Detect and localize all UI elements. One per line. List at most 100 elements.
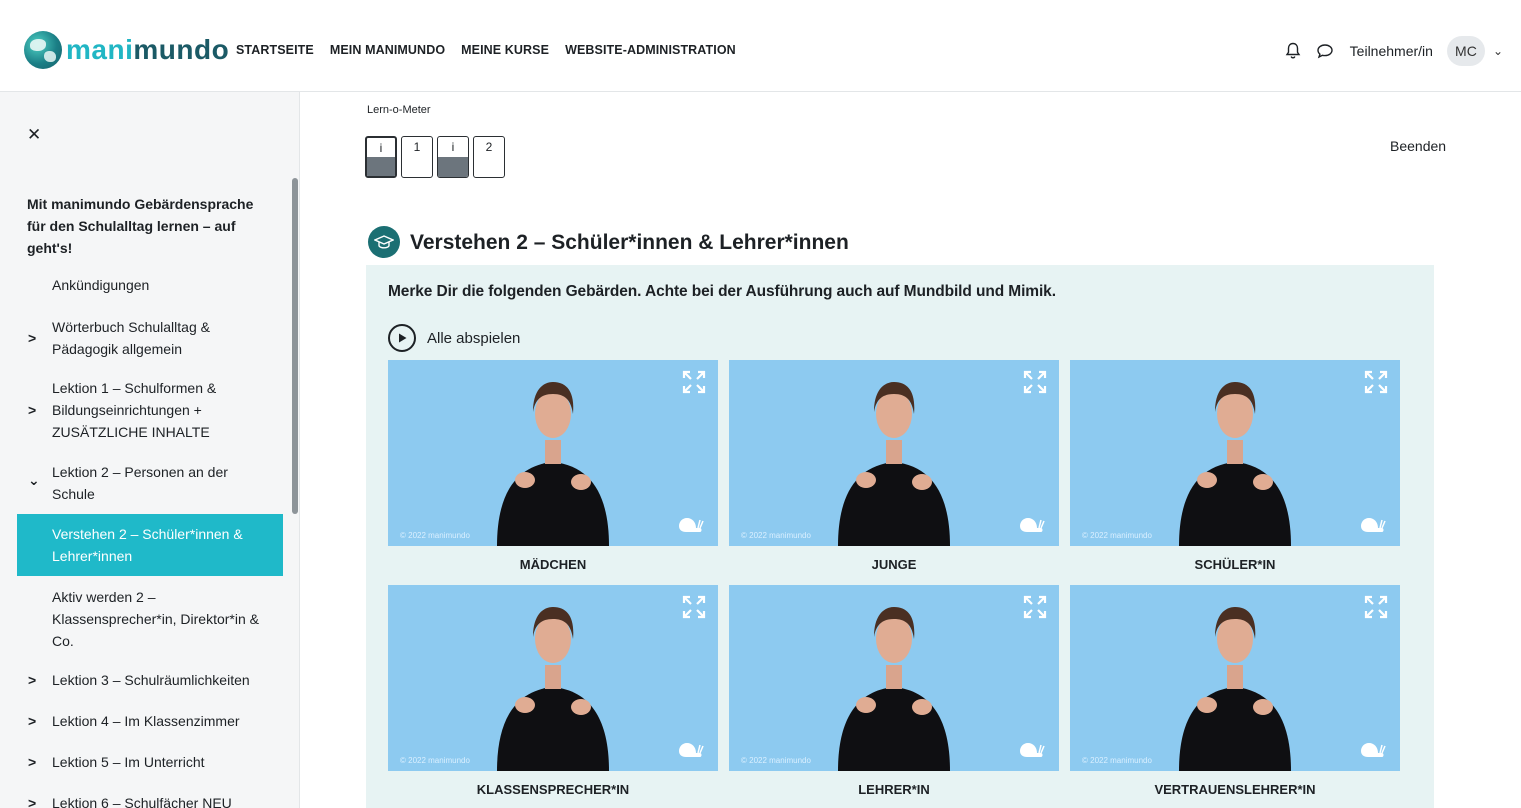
snail-slow-icon[interactable] xyxy=(674,514,704,534)
sidebar-item-woerterbuch[interactable]: > Wörterbuch Schulalltag & Pädagogik all… xyxy=(17,316,283,360)
play-all-label: Alle abspielen xyxy=(427,329,521,347)
graduation-cap-icon xyxy=(368,226,400,258)
play-circle-icon[interactable] xyxy=(388,324,416,352)
top-navbar: manimundo STARTSEITE MEIN MANIMUNDO MEIN… xyxy=(0,0,1521,92)
chevron-right-icon[interactable]: > xyxy=(28,792,36,808)
sign-caption: LEHRER*IN xyxy=(858,782,930,797)
course-title[interactable]: Mit manimundo Gebärdensprache für den Sc… xyxy=(27,193,259,259)
bell-icon[interactable] xyxy=(1282,40,1304,62)
sign-video[interactable]: © 2022 manimundo xyxy=(729,360,1059,546)
lern-o-meter-label: Lern-o-Meter xyxy=(367,104,431,116)
chevron-down-icon[interactable]: ⌄ xyxy=(28,469,40,491)
page-title: Verstehen 2 – Schüler*innen & Lehrer*inn… xyxy=(410,231,849,254)
sidebar-item-label: Lektion 5 – Im Unterricht xyxy=(52,754,205,770)
sidebar-item-ankuendigungen[interactable]: Ankündigungen xyxy=(17,274,283,296)
meter-step[interactable]: 1 xyxy=(401,136,433,178)
video-copyright: © 2022 manimundo xyxy=(741,531,811,540)
sidebar-item-verstehen-2[interactable]: Verstehen 2 – Schüler*innen & Lehrer*inn… xyxy=(17,514,283,576)
sign-video[interactable]: © 2022 manimundo xyxy=(729,585,1059,771)
sidebar-item-aktiv-werden-2[interactable]: Aktiv werden 2 – Klassensprecher*in, Dir… xyxy=(17,586,283,652)
sign-video[interactable]: © 2022 manimundo xyxy=(1070,585,1400,771)
sign-video-card: © 2022 manimundo KLASSENSPRECHER*IN xyxy=(388,585,718,808)
sign-video-card: © 2022 manimundo SCHÜLER*IN xyxy=(1070,360,1400,584)
video-copyright: © 2022 manimundo xyxy=(1082,756,1152,765)
close-icon[interactable]: ✕ xyxy=(27,125,41,145)
snail-slow-icon[interactable] xyxy=(1015,739,1045,759)
sign-video[interactable]: © 2022 manimundo xyxy=(1070,360,1400,546)
snail-slow-icon[interactable] xyxy=(674,739,704,759)
sidebar-scrollbar[interactable] xyxy=(292,178,298,514)
chat-icon[interactable] xyxy=(1314,40,1336,62)
sidebar-item-label: Verstehen 2 – Schüler*innen & Lehrer*inn… xyxy=(52,526,243,564)
sidebar-item-lektion-3[interactable]: > Lektion 3 – Schulräumlichkeiten xyxy=(17,669,283,691)
manimundo-logo[interactable]: manimundo xyxy=(24,30,229,70)
meter-step-fill xyxy=(367,157,395,176)
chevron-down-icon[interactable]: ⌄ xyxy=(1493,44,1503,58)
chevron-right-icon[interactable]: > xyxy=(28,327,36,349)
chevron-right-icon[interactable]: > xyxy=(28,669,36,691)
instruction-text: Merke Dir die folgenden Gebärden. Achte … xyxy=(388,283,1056,300)
chevron-right-icon[interactable]: > xyxy=(28,751,36,773)
nav-meine-kurse[interactable]: MEINE KURSE xyxy=(461,43,549,57)
sidebar-item-label: Lektion 4 – Im Klassenzimmer xyxy=(52,713,240,729)
snail-slow-icon[interactable] xyxy=(1356,514,1386,534)
signer-figure xyxy=(497,382,609,546)
meter-step[interactable]: i xyxy=(365,136,397,178)
sidebar-item-label: Wörterbuch Schulalltag & Pädagogik allge… xyxy=(52,319,210,357)
sidebar-item-lektion-5[interactable]: > Lektion 5 – Im Unterricht xyxy=(17,751,283,773)
meter-step[interactable]: 2 xyxy=(473,136,505,178)
sidebar-item-label: Aktiv werden 2 – Klassensprecher*in, Dir… xyxy=(52,589,259,649)
fullscreen-icon[interactable] xyxy=(1364,595,1388,619)
sign-caption: SCHÜLER*IN xyxy=(1194,557,1276,572)
sign-caption: MÄDCHEN xyxy=(519,557,587,572)
video-copyright: © 2022 manimundo xyxy=(741,756,811,765)
chevron-right-icon[interactable]: > xyxy=(28,710,36,732)
lern-o-meter: i 1 i 2 xyxy=(365,136,505,178)
sign-video[interactable]: © 2022 manimundo xyxy=(388,360,718,546)
video-copyright: © 2022 manimundo xyxy=(1082,531,1152,540)
sidebar-item-label: Lektion 2 – Personen an der Schule xyxy=(52,464,228,502)
sidebar-item-label: Lektion 6 – Schulfächer NEU xyxy=(52,795,232,808)
sidebar-item-lektion-1[interactable]: > Lektion 1 – Schulformen & Bildungseinr… xyxy=(17,377,283,443)
sidebar-item-label: Lektion 1 – Schulformen & Bildungseinric… xyxy=(52,380,217,440)
video-copyright: © 2022 manimundo xyxy=(400,531,470,540)
fullscreen-icon[interactable] xyxy=(1023,595,1047,619)
meter-step-fill xyxy=(438,157,468,177)
sign-video[interactable]: © 2022 manimundo xyxy=(388,585,718,771)
user-role: Teilnehmer/in xyxy=(1349,43,1433,59)
sign-video-card: © 2022 manimundo JUNGE xyxy=(729,360,1059,584)
primary-navigation: STARTSEITE MEIN MANIMUNDO MEINE KURSE WE… xyxy=(236,43,736,57)
sign-video-card: © 2022 manimundo LEHRER*IN xyxy=(729,585,1059,808)
fullscreen-icon[interactable] xyxy=(1364,370,1388,394)
signer-figure xyxy=(838,382,950,546)
video-copyright: © 2022 manimundo xyxy=(400,756,470,765)
sidebar-item-lektion-4[interactable]: > Lektion 4 – Im Klassenzimmer xyxy=(17,710,283,732)
sidebar-item-lektion-2[interactable]: ⌄ Lektion 2 – Personen an der Schule xyxy=(17,461,283,505)
sign-video-card: © 2022 manimundo VERTRAUENSLEHRER*IN xyxy=(1070,585,1400,808)
fullscreen-icon[interactable] xyxy=(682,370,706,394)
signer-figure xyxy=(1179,607,1291,771)
nav-startseite[interactable]: STARTSEITE xyxy=(236,43,314,57)
course-index-drawer: ✕ Mit manimundo Gebärdensprache für den … xyxy=(0,92,300,808)
sign-caption: VERTRAUENSLEHRER*IN xyxy=(1154,782,1316,797)
signer-figure xyxy=(497,607,609,771)
snail-slow-icon[interactable] xyxy=(1356,739,1386,759)
snail-slow-icon[interactable] xyxy=(1015,514,1045,534)
chevron-right-icon[interactable]: > xyxy=(28,399,36,421)
avatar[interactable]: MC xyxy=(1446,36,1485,66)
sidebar-item-lektion-6[interactable]: > Lektion 6 – Schulfächer NEU xyxy=(17,792,283,808)
end-button[interactable]: Beenden xyxy=(1390,138,1446,154)
play-all-button[interactable]: Alle abspielen xyxy=(388,324,520,352)
signer-figure xyxy=(838,607,950,771)
signer-figure xyxy=(1179,382,1291,546)
meter-step[interactable]: i xyxy=(437,136,469,178)
content-panel: Merke Dir die folgenden Gebärden. Achte … xyxy=(366,265,1434,808)
nav-mein-manimundo[interactable]: MEIN MANIMUNDO xyxy=(330,43,445,57)
fullscreen-icon[interactable] xyxy=(1023,370,1047,394)
sidebar-item-label: Lektion 3 – Schulräumlichkeiten xyxy=(52,672,250,688)
nav-website-administration[interactable]: WEBSITE-ADMINISTRATION xyxy=(565,43,736,57)
sign-caption: KLASSENSPRECHER*IN xyxy=(476,782,630,797)
sign-video-card: © 2022 manimundo MÄDCHEN xyxy=(388,360,718,584)
fullscreen-icon[interactable] xyxy=(682,595,706,619)
logo-text: manimundo xyxy=(66,34,230,65)
